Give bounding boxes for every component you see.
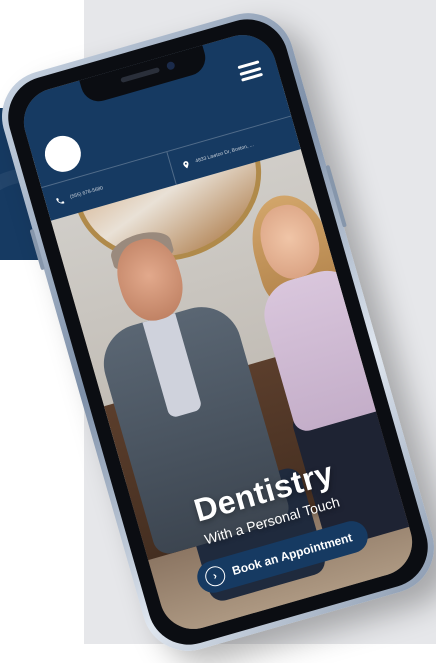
hamburger-menu-icon[interactable] [237, 60, 264, 82]
address-text: 4833 Lawton Dr, Boston, ... [194, 142, 255, 165]
logo[interactable] [40, 131, 86, 177]
chevron-right-icon: › [202, 563, 228, 589]
phone-bezel: (555) 678-5680 4833 Lawton Dr, Boston, .… [0, 9, 436, 655]
phone-icon [56, 197, 65, 204]
phone-mockup-wrapper: (555) 678-5680 4833 Lawton Dr, Boston, .… [0, 0, 436, 662]
earpiece-speaker [120, 67, 161, 83]
phone-number-text: (555) 678-5680 [69, 185, 104, 201]
location-pin-icon [182, 160, 188, 169]
phone-screen: (555) 678-5680 4833 Lawton Dr, Boston, .… [15, 27, 421, 637]
phone-frame: (555) 678-5680 4833 Lawton Dr, Boston, .… [0, 2, 436, 662]
front-camera [165, 60, 176, 71]
